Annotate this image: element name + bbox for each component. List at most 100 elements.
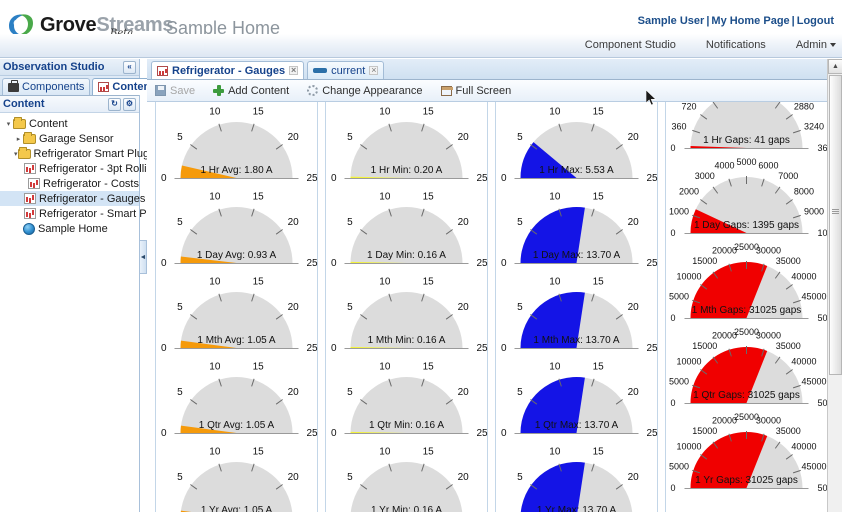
gauge-1-yr-max-13-70-a[interactable]: 05101520251 Yr Max: 13.70 A <box>495 442 658 512</box>
chart-icon <box>98 82 109 92</box>
refresh-icon[interactable]: ↻ <box>108 98 121 111</box>
tree-item-label: Content <box>29 118 68 130</box>
save-button[interactable]: Save <box>155 85 195 97</box>
gauge-tick-label: 35000 <box>776 426 801 436</box>
tab-refrigerator-gauges[interactable]: Refrigerator - Gauges × <box>151 61 304 79</box>
tree-item-sample-home[interactable]: Sample Home <box>0 221 139 236</box>
close-icon[interactable]: × <box>289 66 298 75</box>
gauge-tick-label: 10 <box>209 277 221 288</box>
tree-item-label: Garage Sensor <box>39 133 114 145</box>
gauge-tick-label: 6000 <box>758 161 778 171</box>
gauge-tick-label: 20 <box>288 302 300 313</box>
gauge-graphic: 0510152025 <box>495 442 658 512</box>
gauge-tick-label: 15 <box>423 362 435 373</box>
expander-expand-icon[interactable]: ▸ <box>14 135 23 143</box>
gauge-1-day-gaps-1395-gaps[interactable]: 0100020003000400050006000700080009000100… <box>665 157 828 242</box>
gauge-tick-label: 15 <box>593 277 605 288</box>
gauge-1-qtr-gaps-31025-gaps[interactable]: 0500010000150002000025000300003500040000… <box>665 327 828 412</box>
gauge-tick-label: 10 <box>209 192 221 203</box>
gauge-1-hr-avg-1-80-a[interactable]: 05101520251 Hr Avg: 1.80 A <box>155 102 318 187</box>
gauge-tick-label: 4000 <box>715 161 735 171</box>
gauge-tick-label: 5 <box>347 302 353 313</box>
gauge-value-label: 1 Yr Max: 13.70 A <box>495 505 658 512</box>
tab-current[interactable]: current × <box>307 61 384 79</box>
gauge-tick-label: 5 <box>177 472 183 483</box>
tree-item-refrigerator-costs[interactable]: Refrigerator - Costs <box>0 176 139 191</box>
folder-icon <box>18 149 31 159</box>
link-my-home-page[interactable]: My Home Page <box>711 15 789 27</box>
tree-item-refrigerator-smart-plug[interactable]: ▾Refrigerator Smart Plug <box>0 146 139 161</box>
user-links-sep-2: | <box>792 15 795 27</box>
expander-collapse-icon[interactable]: ▾ <box>4 120 13 128</box>
gauge-1-day-min-0-16-a[interactable]: 05101520251 Day Min: 0.16 A <box>325 187 488 272</box>
gauge-1-hr-max-5-53-a[interactable]: 05101520251 Hr Max: 5.53 A <box>495 102 658 187</box>
gauge-tick-label: 20 <box>458 217 470 228</box>
vertical-scrollbar[interactable]: ▲ <box>827 59 842 512</box>
gauge-1-yr-gaps-31025-gaps[interactable]: 0500010000150002000025000300003500040000… <box>665 412 828 497</box>
tree-item-refrigerator-3pt-rolling[interactable]: Refrigerator - 3pt Rolling... <box>0 161 139 176</box>
tree-item-refrigerator-gauges[interactable]: Refrigerator - Gauges <box>0 191 139 206</box>
tree-item-content[interactable]: ▾ Content <box>0 116 139 131</box>
tree-item-label: Sample Home <box>38 223 108 235</box>
gauge-value-label: 1 Qtr Min: 0.16 A <box>325 420 488 431</box>
tab-current-label: current <box>331 65 365 77</box>
gauge-tick-label: 10 <box>549 192 561 203</box>
tab-components[interactable]: Components <box>2 78 90 95</box>
nav-notifications[interactable]: Notifications <box>706 39 766 51</box>
gauge-1-qtr-max-13-70-a[interactable]: 05101520251 Qtr Max: 13.70 A <box>495 357 658 442</box>
dashboard-canvas: 05101520251 Hr Avg: 1.80 A05101520251 Da… <box>147 102 842 512</box>
nav-admin[interactable]: Admin <box>796 39 836 51</box>
add-content-button-label: Add Content <box>228 85 289 97</box>
gauge-1-hr-min-0-20-a[interactable]: 05101520251 Hr Min: 0.20 A <box>325 102 488 187</box>
gauge-tick-label: 15 <box>423 192 435 203</box>
gauge-tick-label: 5 <box>347 387 353 398</box>
plus-icon <box>213 85 224 96</box>
collapse-panel-button[interactable]: « <box>123 61 136 74</box>
gauge-tick-label: 20 <box>458 387 470 398</box>
link-logout[interactable]: Logout <box>797 15 834 27</box>
gauge-tick-label: 15 <box>253 107 265 118</box>
gauge-value-label: 1 Qtr Gaps: 31025 gaps <box>665 390 828 401</box>
content-toolbar: Save Add Content Change Appearance Full … <box>147 80 842 102</box>
gauge-1-mth-gaps-31025-gaps[interactable]: 0500010000150002000025000300003500040000… <box>665 242 828 327</box>
scrollbar-thumb[interactable] <box>829 75 842 375</box>
change-appearance-button[interactable]: Change Appearance <box>307 85 422 97</box>
add-content-button[interactable]: Add Content <box>213 85 289 97</box>
gauge-value-label: 1 Mth Gaps: 31025 gaps <box>665 305 828 316</box>
gauge-1-hr-gaps-41-gaps[interactable]: 0360720108014401800216025202880324036001… <box>665 102 828 157</box>
gauge-tick-label: 8000 <box>794 186 814 196</box>
gauge-graphic: 0510152025 <box>155 442 318 512</box>
gauge-1-qtr-min-0-16-a[interactable]: 05101520251 Qtr Min: 0.16 A <box>325 357 488 442</box>
full-screen-button[interactable]: Full Screen <box>441 85 512 97</box>
nav-component-studio[interactable]: Component Studio <box>585 39 676 51</box>
user-links: Sample User|My Home Page|Logout <box>638 15 834 27</box>
gauge-1-mth-min-0-16-a[interactable]: 05101520251 Mth Min: 0.16 A <box>325 272 488 357</box>
gauge-tick-label: 15 <box>593 362 605 373</box>
tree-item-garage-sensor[interactable]: ▸ Garage Sensor <box>0 131 139 146</box>
gauge-1-mth-max-13-70-a[interactable]: 05101520251 Mth Max: 13.70 A <box>495 272 658 357</box>
gauge-value-label: 1 Mth Min: 0.16 A <box>325 335 488 346</box>
close-icon[interactable]: × <box>369 66 378 75</box>
gear-icon[interactable]: ⚙ <box>123 98 136 111</box>
scroll-up-button[interactable]: ▲ <box>828 59 842 74</box>
gauge-1-day-avg-0-93-a[interactable]: 05101520251 Day Avg: 0.93 A <box>155 187 318 272</box>
link-sample-user[interactable]: Sample User <box>638 15 705 27</box>
gauge-tick-label: 20 <box>458 132 470 143</box>
expander-collapse-icon[interactable]: ▾ <box>14 150 18 158</box>
chart-icon <box>24 163 36 174</box>
tree-item-refrigerator-smart-plu[interactable]: Refrigerator - Smart Plu... <box>0 206 139 221</box>
gauge-tick-label: 10 <box>379 447 391 458</box>
gauge-1-yr-min-0-16-a[interactable]: 05101520251 Yr Min: 0.16 A <box>325 442 488 512</box>
gauge-1-yr-avg-1-05-a[interactable]: 05101520251 Yr Avg: 1.05 A <box>155 442 318 512</box>
tree-item-label: Refrigerator Smart Plug <box>34 148 150 160</box>
gauge-value-label: 1 Hr Max: 5.53 A <box>495 165 658 176</box>
gauge-1-qtr-avg-1-05-a[interactable]: 05101520251 Qtr Avg: 1.05 A <box>155 357 318 442</box>
sidebar-collapse-handle[interactable]: ◄ <box>140 240 147 274</box>
fullscreen-icon <box>441 86 452 96</box>
briefcase-icon <box>8 83 19 92</box>
gauge-tick-label: 20 <box>628 217 640 228</box>
gauge-tick-label: 15 <box>593 107 605 118</box>
gauge-value-label: 1 Yr Gaps: 31025 gaps <box>665 475 828 486</box>
gauge-1-day-max-13-70-a[interactable]: 05101520251 Day Max: 13.70 A <box>495 187 658 272</box>
gauge-1-mth-avg-1-05-a[interactable]: 05101520251 Mth Avg: 1.05 A <box>155 272 318 357</box>
